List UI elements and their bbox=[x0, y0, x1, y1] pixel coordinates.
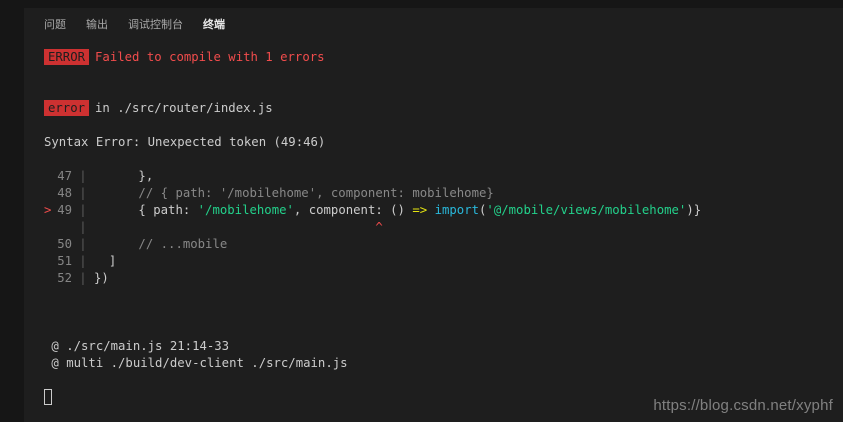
syntax-error-line: Syntax Error: Unexpected token (49:46) bbox=[44, 135, 326, 149]
code-text: { path: bbox=[138, 203, 198, 217]
code-text: , component: () bbox=[293, 203, 413, 217]
code-text: )} bbox=[686, 203, 702, 217]
terminal-cursor bbox=[44, 389, 52, 405]
line-number: 47 bbox=[57, 169, 72, 183]
stack-trace-line: @ ./src/main.js 21:14-33 bbox=[44, 339, 230, 353]
error-badge: ERROR bbox=[44, 49, 90, 65]
error-file-line: error in ./src/router/index.js bbox=[44, 100, 273, 117]
code-text: ] bbox=[108, 254, 117, 268]
panel-tabs: 问题 输出 调试控制台 终端 bbox=[44, 17, 245, 37]
compile-message: Failed to compile with 1 errors bbox=[95, 50, 325, 64]
panel-left-border bbox=[0, 0, 24, 422]
code-line-49: >49 | { path: '/mobilehome', component: (… bbox=[44, 203, 702, 217]
error-marker: > bbox=[44, 203, 52, 217]
error-badge-small: error bbox=[44, 100, 90, 116]
line-number: 50 bbox=[57, 237, 72, 251]
code-line-48: 48 | // { path: '/mobilehome', component:… bbox=[44, 185, 494, 202]
terminal-panel: 问题 输出 调试控制台 终端 ERROR Failed to compile wi… bbox=[0, 0, 843, 422]
terminal-output[interactable]: ERROR Failed to compile with 1 errors err… bbox=[44, 48, 701, 398]
code-line-52: 52 |}) bbox=[44, 270, 109, 287]
code-keyword: import bbox=[434, 203, 480, 217]
error-caret: ^ bbox=[375, 220, 383, 234]
error-file-path: in ./src/router/index.js bbox=[95, 101, 273, 115]
code-caret-line: | ^ bbox=[79, 220, 383, 234]
code-line-50: 50 | // ...mobile bbox=[44, 236, 227, 253]
code-string: '/mobilehome' bbox=[197, 203, 294, 217]
tab-debug-console[interactable]: 调试控制台 bbox=[128, 17, 183, 37]
tab-terminal[interactable]: 终端 bbox=[203, 17, 225, 37]
line-number: 51 bbox=[57, 254, 72, 268]
compile-error-line: ERROR Failed to compile with 1 errors bbox=[44, 49, 325, 66]
stack-trace-line: @ multi ./build/dev-client ./src/main.js bbox=[44, 356, 348, 370]
code-arrow: => bbox=[412, 203, 428, 217]
code-text: }) bbox=[94, 271, 109, 285]
code-comment: // ...mobile bbox=[138, 237, 228, 251]
code-text: }, bbox=[138, 169, 154, 183]
line-number: 52 bbox=[57, 271, 72, 285]
tab-problems[interactable]: 问题 bbox=[44, 17, 66, 37]
code-line-47: 47 | }, bbox=[44, 168, 153, 185]
watermark-text: https://blog.csdn.net/xyphf bbox=[653, 397, 833, 414]
code-line-51: 51 | ] bbox=[44, 253, 116, 270]
panel-top-border bbox=[0, 0, 843, 8]
code-comment: // { path: '/mobilehome', component: mob… bbox=[138, 186, 494, 200]
code-string: '@/mobile/views/mobilehome' bbox=[486, 203, 687, 217]
line-number: 48 bbox=[57, 186, 72, 200]
tab-output[interactable]: 输出 bbox=[86, 17, 108, 37]
